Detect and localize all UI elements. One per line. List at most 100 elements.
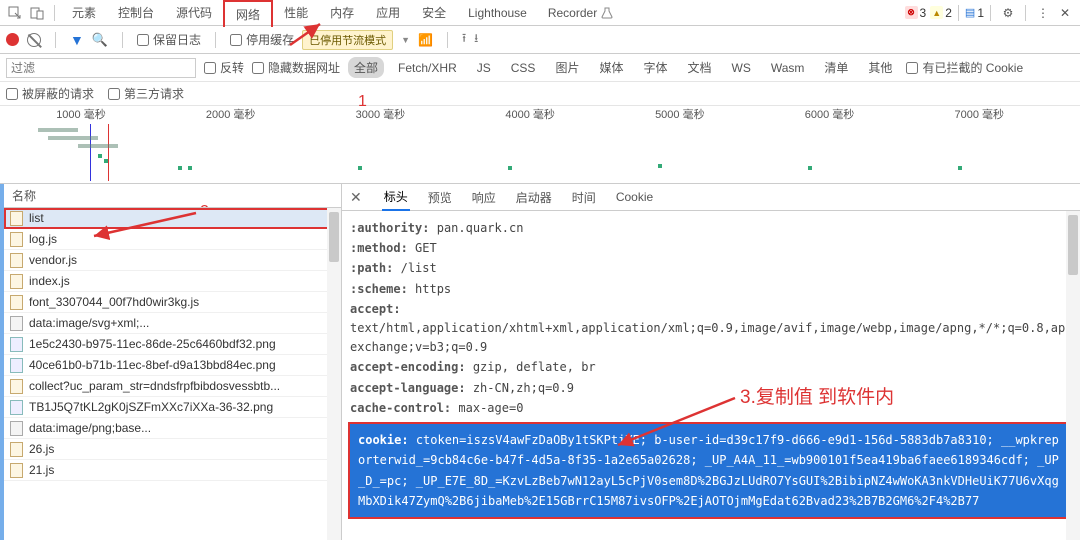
request-row[interactable]: collect?uc_param_str=dndsfrpfbibdosvessb… xyxy=(4,376,341,397)
blocked-cookies-checkbox[interactable]: 有已拦截的 Cookie xyxy=(906,59,1023,76)
type-manifest[interactable]: 清单 xyxy=(818,57,854,78)
request-row[interactable]: vendor.js xyxy=(4,250,341,271)
tab-sources[interactable]: 源代码 xyxy=(165,0,223,25)
type-fetch[interactable]: Fetch/XHR xyxy=(392,59,463,77)
request-name: data:image/png;base... xyxy=(29,421,151,435)
upload-icon[interactable]: ⭱ xyxy=(462,29,466,50)
tab-preview[interactable]: 预览 xyxy=(426,185,454,210)
request-row[interactable]: index.js xyxy=(4,271,341,292)
hdr-val: /list xyxy=(401,261,437,275)
tab-timing[interactable]: 时间 xyxy=(570,185,598,210)
tab-initiator[interactable]: 启动器 xyxy=(514,185,554,210)
type-wasm[interactable]: Wasm xyxy=(765,59,811,77)
request-row[interactable]: 26.js xyxy=(4,439,341,460)
data-file-icon xyxy=(10,316,23,331)
scrollbar[interactable] xyxy=(327,208,341,540)
divider xyxy=(54,5,55,21)
warning-badge[interactable]: ▲2 xyxy=(930,6,952,20)
divider xyxy=(447,32,448,48)
invert-checkbox[interactable]: 反转 xyxy=(204,59,244,76)
warning-icon: ▲ xyxy=(930,6,943,19)
wifi-icon[interactable]: 📶 xyxy=(418,33,433,47)
type-media[interactable]: 媒体 xyxy=(593,57,629,78)
type-img[interactable]: 图片 xyxy=(549,57,585,78)
tab-recorder[interactable]: Recorder xyxy=(538,2,623,24)
message-badge[interactable]: ▤ 1 xyxy=(965,6,984,20)
filter-input[interactable] xyxy=(6,58,196,78)
tab-network[interactable]: 网络 xyxy=(223,0,273,27)
request-name: font_3307044_00f7hd0wir3kg.js xyxy=(29,295,199,309)
type-doc[interactable]: 文档 xyxy=(681,57,717,78)
scrollbar[interactable] xyxy=(1066,211,1080,540)
third-party-checkbox[interactable]: 第三方请求 xyxy=(108,85,184,102)
request-row[interactable]: 21.js xyxy=(4,460,341,481)
flask-icon xyxy=(601,7,613,19)
record-button[interactable] xyxy=(6,33,19,46)
recorder-label: Recorder xyxy=(548,6,597,20)
request-row[interactable]: 40ce61b0-b71b-11ec-8bef-d9a13bbd84ec.png xyxy=(4,355,341,376)
headers-view: :authority: pan.quark.cn :method: GET :p… xyxy=(342,211,1080,540)
request-name: vendor.js xyxy=(29,253,77,267)
tab-cookies[interactable]: Cookie xyxy=(614,186,655,208)
hdr-key: :path: xyxy=(350,261,393,275)
blocked-cookies-label: 有已拦截的 Cookie xyxy=(922,59,1023,76)
type-js[interactable]: JS xyxy=(471,59,497,77)
chevron-down-icon[interactable]: ▼ xyxy=(401,35,410,45)
filter-bar-2: 被屏蔽的请求 第三方请求 xyxy=(0,82,1080,106)
hdr-key: accept-language: xyxy=(350,381,466,395)
timeline-tick: 2000 毫秒 xyxy=(166,106,316,122)
error-count: 3 xyxy=(920,6,927,20)
hdr-key: :authority: xyxy=(350,221,429,235)
preserve-log-checkbox[interactable]: 保留日志 xyxy=(137,31,201,48)
type-font[interactable]: 字体 xyxy=(637,57,673,78)
clear-button[interactable] xyxy=(27,33,41,47)
tab-elements[interactable]: 元素 xyxy=(61,0,107,25)
tab-headers[interactable]: 标头 xyxy=(382,184,410,211)
hide-data-urls-checkbox[interactable]: 隐藏数据网址 xyxy=(252,59,340,76)
settings-icon[interactable]: ⚙ xyxy=(997,2,1019,24)
name-column-header[interactable]: 名称 xyxy=(4,184,341,208)
hdr-val: max-age=0 xyxy=(458,401,523,415)
download-icon[interactable]: ⭳ xyxy=(474,29,478,50)
script-file-icon xyxy=(10,274,23,289)
blocked-requests-checkbox[interactable]: 被屏蔽的请求 xyxy=(6,85,94,102)
request-row[interactable]: 1e5c2430-b975-11ec-86de-25c6460bdf32.png xyxy=(4,334,341,355)
image-file-icon xyxy=(10,358,23,373)
annotation-arrow xyxy=(86,208,206,248)
request-row[interactable]: data:image/svg+xml;... xyxy=(4,313,341,334)
search-icon[interactable]: 🔍 xyxy=(92,32,108,48)
tab-security[interactable]: 安全 xyxy=(411,0,457,25)
request-name: log.js xyxy=(29,232,57,246)
error-badge[interactable]: ⊗3 xyxy=(905,6,927,20)
divider xyxy=(990,5,991,21)
error-icon: ⊗ xyxy=(905,6,918,19)
message-icon: ▤ xyxy=(965,6,975,19)
script-file-icon xyxy=(10,253,23,268)
kebab-icon[interactable]: ⋮ xyxy=(1032,2,1054,24)
divider xyxy=(958,5,959,21)
inspect-icon[interactable] xyxy=(4,2,26,24)
third-party-label: 第三方请求 xyxy=(124,85,184,102)
request-row[interactable]: data:image/png;base... xyxy=(4,418,341,439)
tab-application[interactable]: 应用 xyxy=(365,0,411,25)
network-timeline[interactable]: 1000 毫秒 2000 毫秒 3000 毫秒 4000 毫秒 5000 毫秒 … xyxy=(0,106,1080,184)
type-all[interactable]: 全部 xyxy=(348,57,384,78)
tab-lighthouse[interactable]: Lighthouse xyxy=(457,2,538,24)
detail-tabs: ✕ 标头 预览 响应 启动器 时间 Cookie xyxy=(342,184,1080,211)
tab-console[interactable]: 控制台 xyxy=(107,0,165,25)
type-other[interactable]: 其他 xyxy=(862,57,898,78)
type-ws[interactable]: WS xyxy=(726,59,757,77)
filter-toggle-icon[interactable]: ▼ xyxy=(70,32,84,48)
type-css[interactable]: CSS xyxy=(505,59,542,77)
request-row[interactable]: TB1J5Q7tKL2gK0jSZFmXXc7iXXa-36-32.png xyxy=(4,397,341,418)
close-devtools-icon[interactable]: ✕ xyxy=(1054,2,1076,24)
timeline-tick: 5000 毫秒 xyxy=(615,106,765,122)
tab-response[interactable]: 响应 xyxy=(470,185,498,210)
close-details-icon[interactable]: ✕ xyxy=(350,189,362,206)
hdr-key: :scheme: xyxy=(350,282,408,296)
divider xyxy=(122,32,123,48)
timeline-tick: 6000 毫秒 xyxy=(765,106,915,122)
request-row[interactable]: font_3307044_00f7hd0wir3kg.js xyxy=(4,292,341,313)
script-file-icon xyxy=(10,379,23,394)
device-toggle-icon[interactable] xyxy=(26,2,48,24)
